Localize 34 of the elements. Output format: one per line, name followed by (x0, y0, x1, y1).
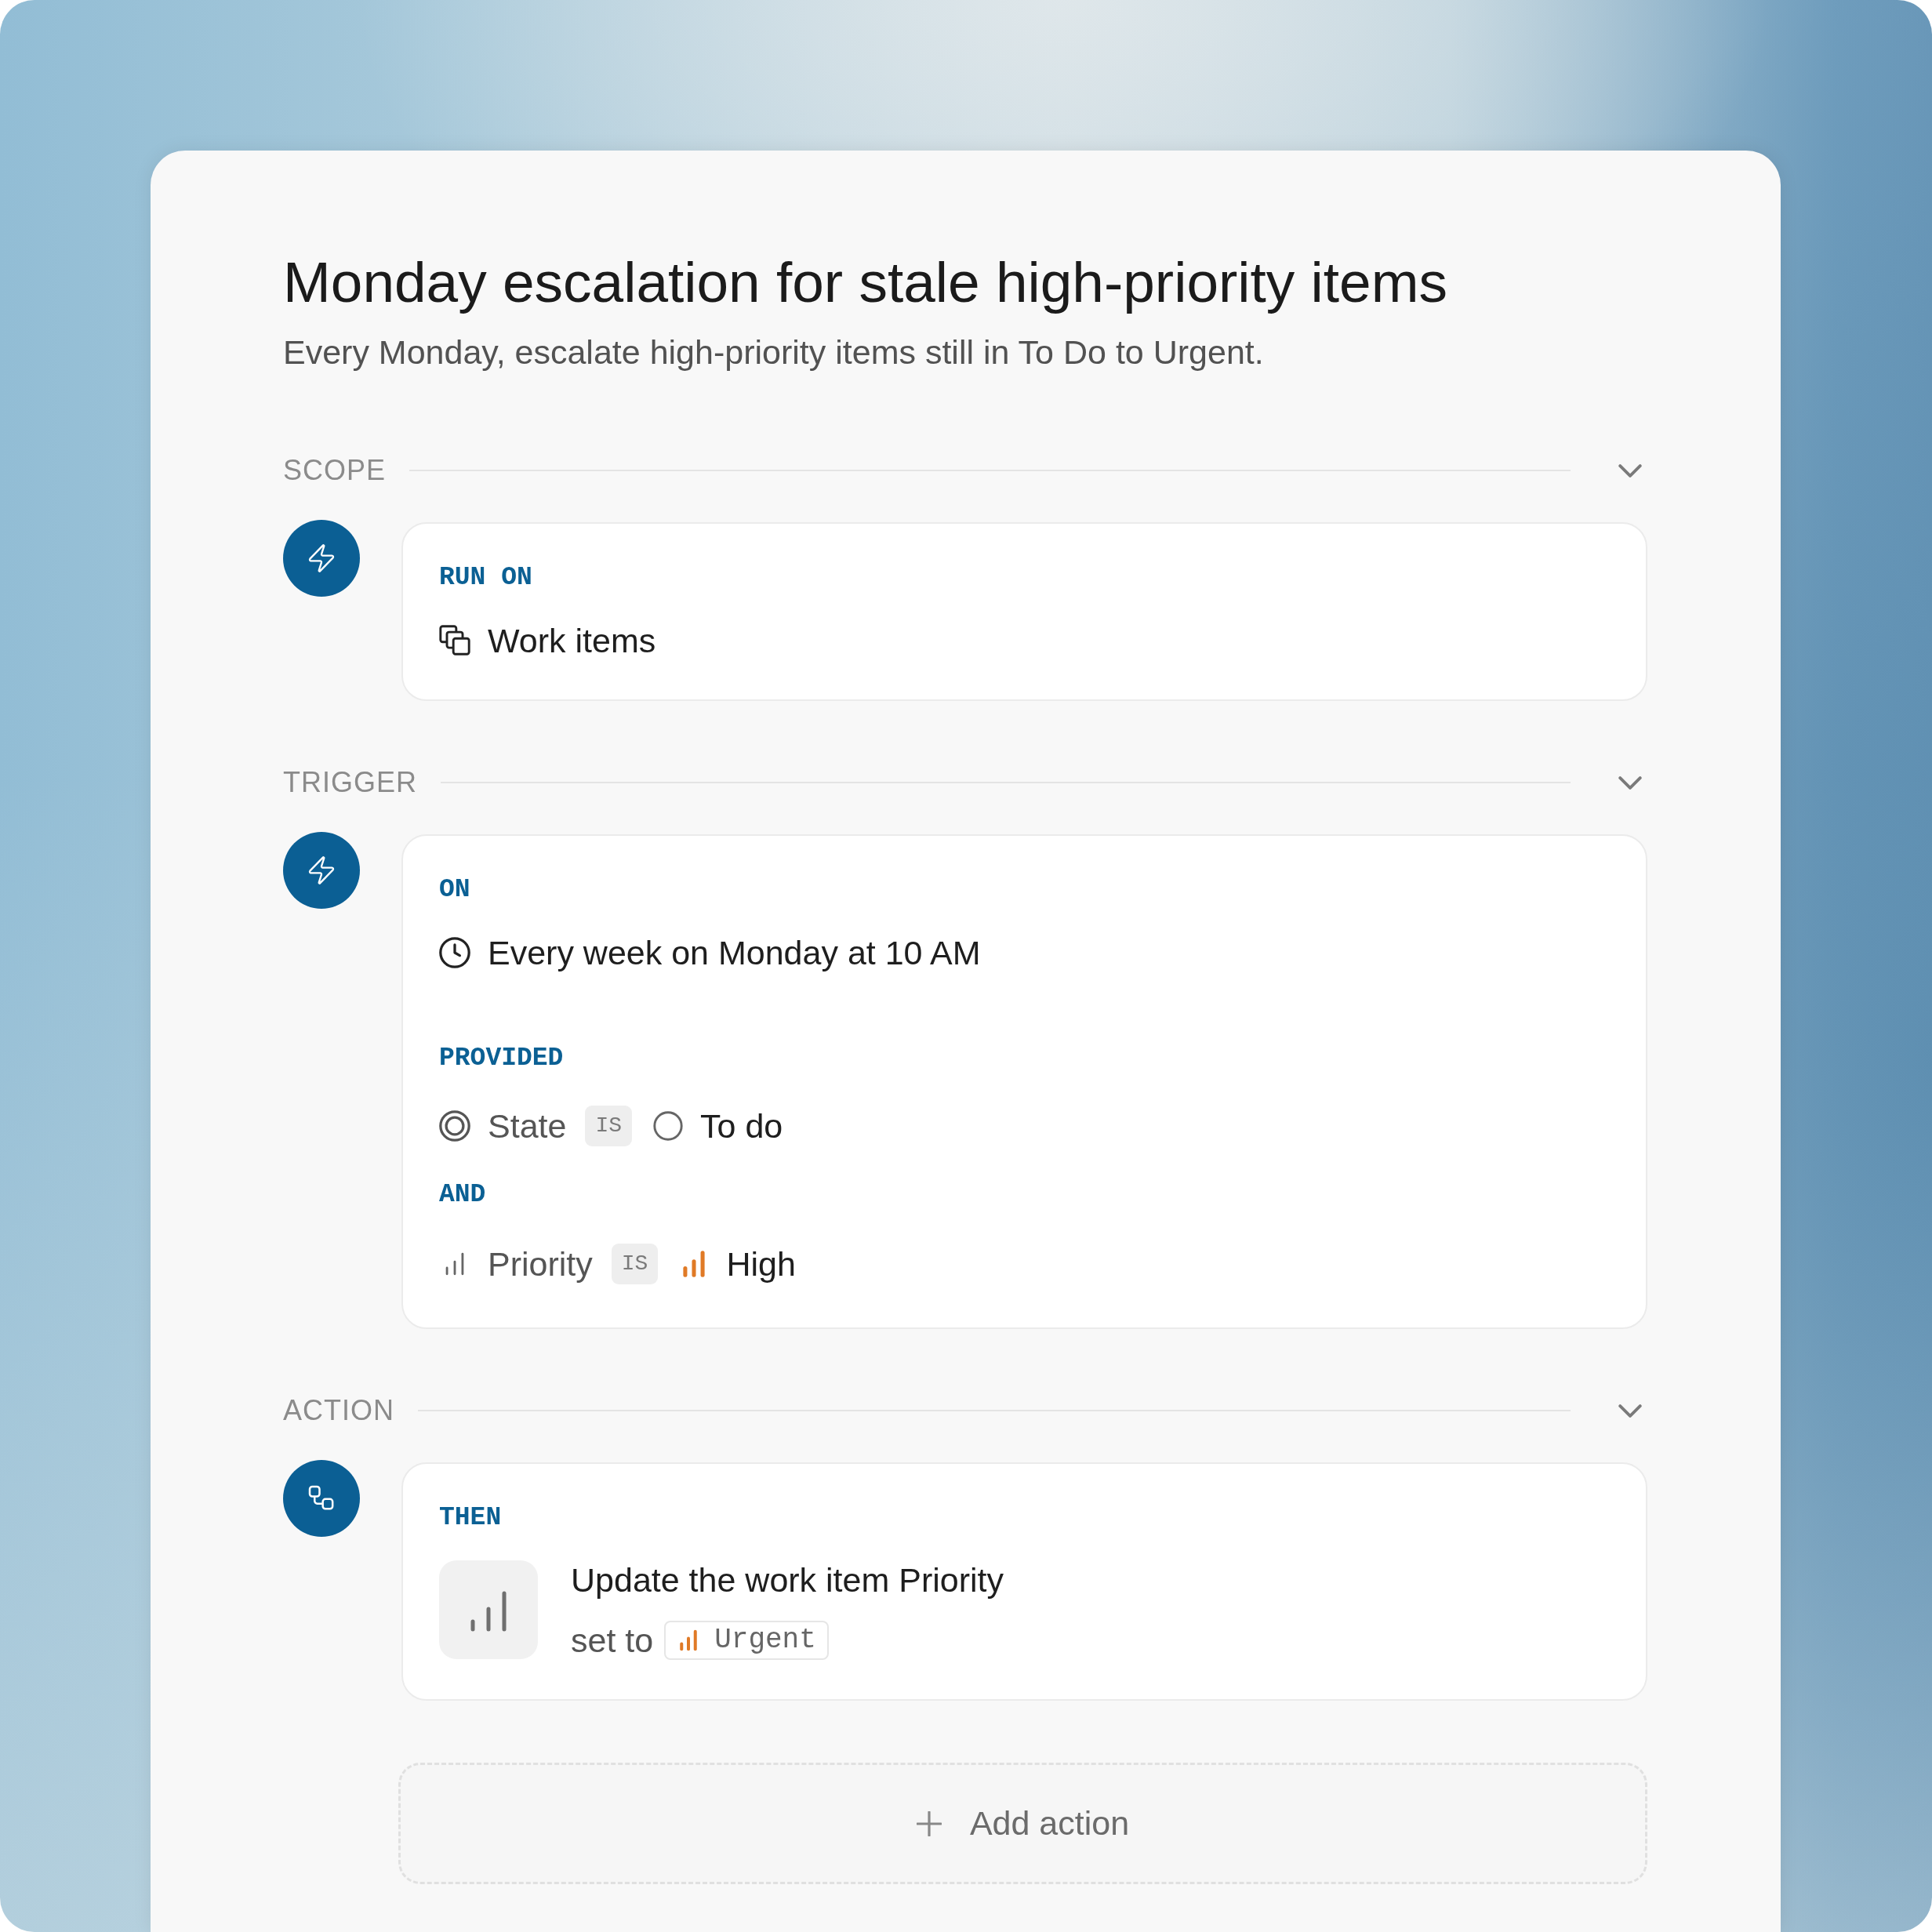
section-label: TRIGGER (283, 765, 417, 800)
ascending-bars-icon (439, 1560, 538, 1659)
chevron-down-icon[interactable] (1618, 463, 1642, 478)
action-label: set to (571, 1621, 654, 1661)
plus-icon (916, 1810, 942, 1836)
condition-value: High (726, 1244, 796, 1284)
chevron-down-icon[interactable] (1618, 775, 1642, 790)
condition-field: Priority (488, 1244, 593, 1284)
automation-title: Monday escalation for stale high-priority items (283, 249, 1447, 315)
automation-description: Every Monday, escalate high-priority items still in To Do to Urgent. (283, 332, 1264, 372)
section-label: SCOPE (283, 453, 387, 488)
condition-value: To do (700, 1106, 783, 1146)
chevron-down-icon[interactable] (1618, 1404, 1642, 1418)
lightning-bolt-icon (283, 520, 360, 597)
section-label: ACTION (283, 1393, 394, 1428)
empty-circle-icon (653, 1111, 683, 1141)
step-heading: ON (439, 874, 471, 906)
step-heading: PROVIDED (439, 1043, 565, 1074)
condition-connector: AND (439, 1179, 486, 1211)
stacked-squares-icon (439, 625, 470, 656)
action-description: Update the work item Priority (571, 1560, 1004, 1600)
double-circle-icon (439, 1110, 470, 1142)
chip-text: Urgent (714, 1623, 816, 1658)
operator-badge: IS (611, 1244, 659, 1284)
step-heading: RUN ON (439, 562, 533, 594)
add-action-button[interactable]: Add action (398, 1763, 1647, 1884)
operator-badge: IS (585, 1106, 632, 1146)
clock-icon (439, 937, 470, 968)
lightning-bolt-icon (283, 832, 360, 909)
scope-value: Work items (488, 621, 656, 661)
step-heading: THEN (439, 1502, 503, 1534)
condition-field: State (488, 1106, 567, 1146)
connected-squares-icon (283, 1460, 360, 1537)
schedule-text: Every week on Monday at 10 AM (488, 933, 981, 973)
